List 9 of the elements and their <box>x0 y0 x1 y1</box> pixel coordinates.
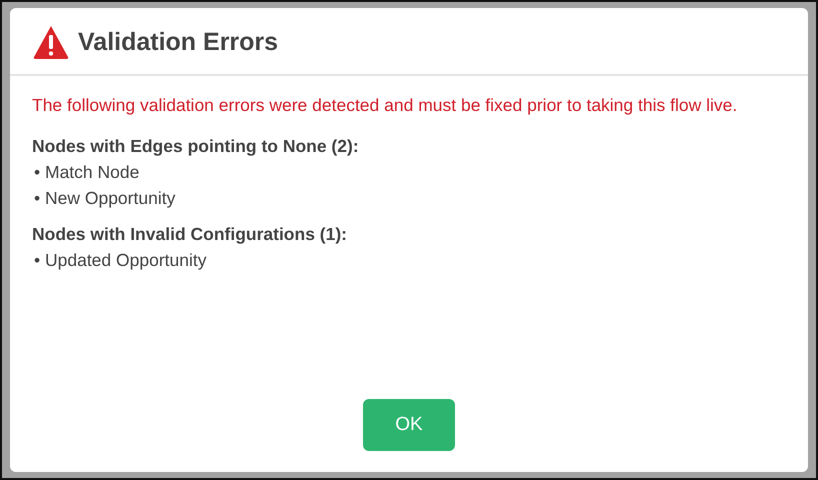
list-item: • Updated Opportunity <box>33 249 208 272</box>
list-item: • Match Node <box>33 161 140 184</box>
list-item: • New Opportunity <box>33 187 176 210</box>
dialog-title: Validation Errors <box>78 28 278 56</box>
ok-button[interactable]: OK <box>363 399 455 451</box>
group-heading: Nodes with Invalid Configurations (1): <box>32 223 348 246</box>
group-heading: Nodes with Edges pointing to None (2): <box>32 135 360 158</box>
warning-icon <box>32 24 70 60</box>
error-message: The following validation errors were detected and must be fixed prior to taking this flow live. <box>32 94 738 117</box>
